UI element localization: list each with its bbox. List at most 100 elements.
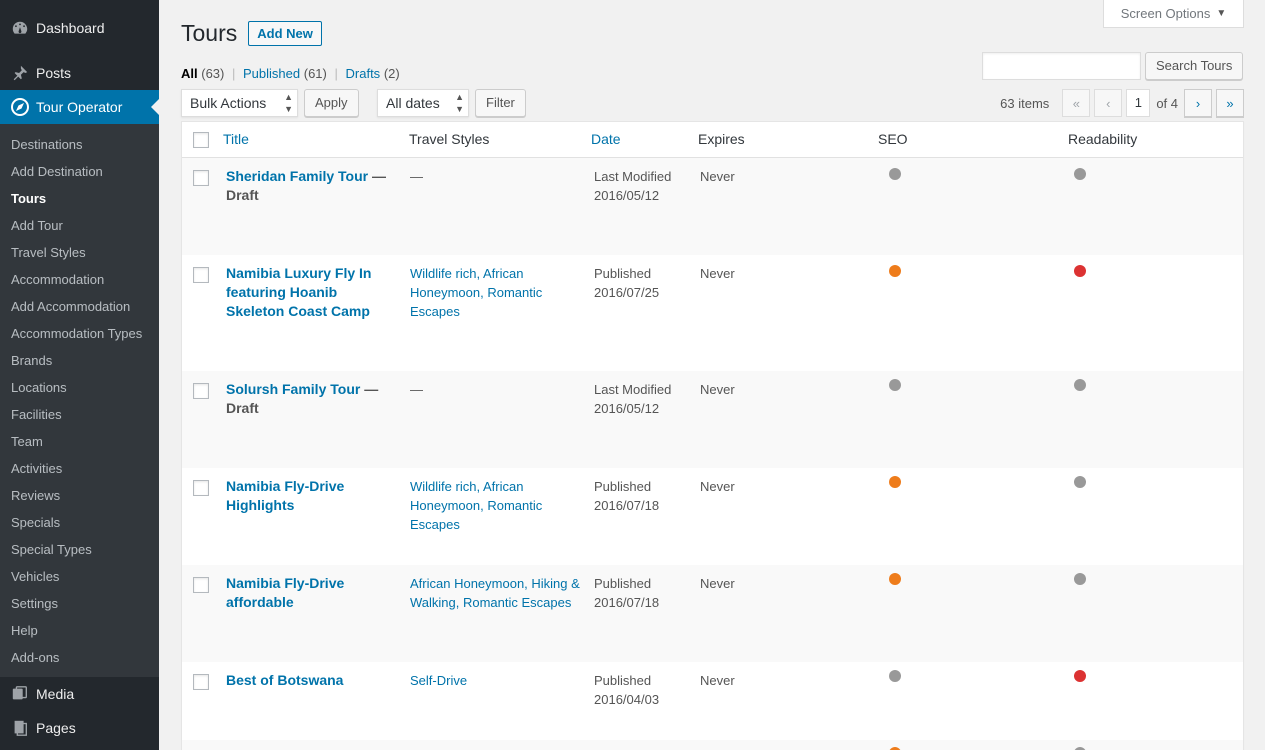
column-travel-styles: Travel Styles (409, 131, 490, 147)
pages-icon (10, 718, 30, 738)
search-input[interactable] (982, 52, 1141, 80)
select-arrows-icon: ▲ ▼ (455, 92, 464, 114)
row-title: Namibia Fly-Drive affordable (226, 574, 391, 612)
readability-score-dot (1074, 168, 1086, 180)
date-cell: Published 2016/07/18 (594, 477, 694, 515)
submenu-add-ons[interactable]: Add-ons (0, 644, 159, 671)
column-seo[interactable]: SEO (878, 122, 908, 158)
tour-title-link[interactable]: Namibia Fly-Drive affordable (226, 575, 344, 610)
date-value: 2016/07/25 (594, 285, 660, 300)
pushpin-icon (10, 63, 30, 83)
apply-button[interactable]: Apply (304, 89, 359, 117)
submenu-team[interactable]: Team (0, 428, 159, 455)
date-cell: Last Modified 2016/05/12 (594, 167, 694, 205)
screen-options-button[interactable]: Screen Options ▼ (1103, 0, 1244, 28)
first-page-button[interactable]: « (1062, 89, 1091, 117)
caret-down-icon: ▼ (1216, 8, 1227, 19)
last-page-button[interactable]: » (1216, 89, 1244, 117)
search-tours-button[interactable]: Search Tours (1145, 52, 1244, 80)
bulk-actions-select[interactable]: Bulk Actions ▲ ▼ (181, 89, 298, 117)
column-title[interactable]: Title (223, 122, 249, 158)
date-value: 2016/04/03 (594, 692, 660, 707)
menu-dashboard[interactable]: Dashboard (0, 0, 159, 56)
submenu-accommodation-types[interactable]: Accommodation Types (0, 320, 159, 347)
submenu-help[interactable]: Help (0, 617, 159, 644)
dates-select[interactable]: All dates ▲ ▼ (377, 89, 469, 117)
expires-value: Never (700, 576, 735, 591)
row-checkbox[interactable] (193, 674, 209, 690)
row-checkbox[interactable] (193, 383, 209, 399)
row-checkbox[interactable] (193, 170, 209, 186)
expires-value: Never (700, 673, 735, 688)
travel-styles-links[interactable]: Self-Drive (410, 671, 580, 690)
column-readability[interactable]: Readability (1068, 122, 1137, 158)
submenu-locations[interactable]: Locations (0, 374, 159, 401)
menu-media-label: Media (36, 686, 75, 702)
date-status: Published (594, 266, 652, 281)
select-all-checkbox[interactable] (193, 132, 209, 148)
seo-score-dot (889, 573, 901, 585)
separator: | (334, 66, 338, 81)
submenu-travel-styles[interactable]: Travel Styles (0, 239, 159, 266)
submenu-accommodation[interactable]: Accommodation (0, 266, 159, 293)
date-value: 2016/05/12 (594, 188, 660, 203)
submenu-add-destination[interactable]: Add Destination (0, 158, 159, 185)
tour-title-link[interactable]: Solursh Family Tour (226, 381, 360, 397)
menu-media[interactable]: Media (0, 677, 159, 711)
submenu-destinations[interactable]: Destinations (0, 131, 159, 158)
submenu-activities[interactable]: Activities (0, 455, 159, 482)
next-page-button[interactable]: › (1184, 89, 1212, 117)
expires-value: Never (700, 479, 735, 494)
tour-operator-submenu: Destinations Add Destination Tours Add T… (0, 124, 159, 677)
add-new-button[interactable]: Add New (248, 21, 322, 46)
menu-posts[interactable]: Posts (0, 56, 159, 90)
row-checkbox[interactable] (193, 267, 209, 283)
filter-drafts-count: (2) (383, 66, 400, 81)
submenu-add-accommodation[interactable]: Add Accommodation (0, 293, 159, 320)
date-value: 2016/07/18 (594, 595, 660, 610)
submenu-add-tour[interactable]: Add Tour (0, 212, 159, 239)
current-page-input[interactable]: 1 (1126, 89, 1151, 117)
column-date[interactable]: Date (591, 122, 621, 158)
seo-score-dot (889, 379, 901, 391)
menu-pages[interactable]: Pages (0, 711, 159, 745)
submenu-special-types[interactable]: Special Types (0, 536, 159, 563)
travel-styles-links[interactable]: Wildlife rich, African Honeymoon, Romant… (410, 264, 580, 321)
submenu-settings[interactable]: Settings (0, 590, 159, 617)
filter-all[interactable]: All (181, 66, 198, 81)
travel-styles-links[interactable]: Wildlife rich, African Honeymoon, Romant… (410, 477, 580, 534)
tour-title-link[interactable]: Best of Botswana (226, 672, 343, 688)
row-title: Sheridan Family Tour — Draft (226, 167, 391, 205)
submenu-tours[interactable]: Tours (0, 185, 159, 212)
table-row: Solursh Family Tour — Draft — Last Modif… (182, 371, 1243, 468)
travel-styles: — (410, 169, 423, 184)
menu-posts-label: Posts (36, 65, 72, 81)
submenu-vehicles[interactable]: Vehicles (0, 563, 159, 590)
tour-title-link[interactable]: Namibia Fly-Drive Highlights (226, 478, 344, 513)
total-pages: of 4 (1156, 95, 1178, 111)
prev-page-button[interactable]: ‹ (1094, 89, 1123, 117)
submenu-brands[interactable]: Brands (0, 347, 159, 374)
table-row: Namibia Fly-Drive Highlights Wildlife ri… (182, 468, 1243, 565)
status-filter-links: All (63) | Published (61) | Drafts (2) (181, 66, 400, 81)
tour-title-link[interactable]: Namibia Luxury Fly In featuring Hoanib S… (226, 265, 371, 319)
filter-published[interactable]: Published (243, 66, 300, 81)
expires-value: Never (700, 169, 735, 184)
row-title: Solursh Family Tour — Draft (226, 380, 391, 418)
submenu-specials[interactable]: Specials (0, 509, 159, 536)
title-row: Tours Add New (181, 20, 322, 47)
row-checkbox[interactable] (193, 480, 209, 496)
menu-tour-operator[interactable]: Tour Operator (0, 90, 159, 124)
filter-button[interactable]: Filter (475, 89, 526, 117)
page-title: Tours (181, 20, 238, 46)
submenu-facilities[interactable]: Facilities (0, 401, 159, 428)
filter-drafts[interactable]: Drafts (346, 66, 381, 81)
pagination: 63 items « ‹ 1 of 4 › » (1000, 89, 1244, 117)
row-title: Namibia Fly-Drive Highlights (226, 477, 391, 515)
tour-title-link[interactable]: Sheridan Family Tour (226, 168, 368, 184)
travel-styles-links[interactable]: African Honeymoon, Hiking & Walking, Rom… (410, 574, 580, 612)
submenu-reviews[interactable]: Reviews (0, 482, 159, 509)
date-cell: Published 2016/07/25 (594, 264, 694, 302)
row-checkbox[interactable] (193, 577, 209, 593)
bulk-actions-value: Bulk Actions (190, 95, 267, 111)
